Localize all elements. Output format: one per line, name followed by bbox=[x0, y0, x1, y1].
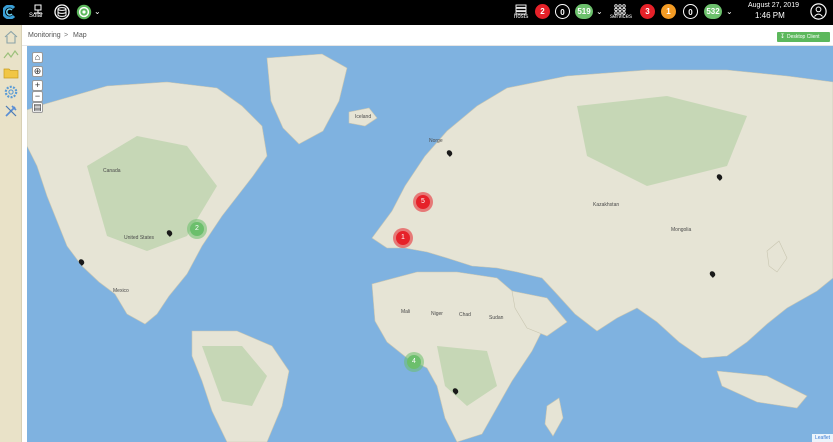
home-icon[interactable] bbox=[2, 28, 20, 46]
map-label: Iceland bbox=[355, 114, 372, 120]
folder-icon[interactable] bbox=[2, 64, 20, 82]
hosts-chevron-down-icon[interactable]: ⌄ bbox=[596, 7, 603, 16]
locate-button[interactable]: ⌂ bbox=[32, 52, 43, 63]
chevron-down-icon[interactable]: ⌄ bbox=[94, 7, 101, 16]
solar-label[interactable]: Solar bbox=[29, 13, 43, 19]
download-icon: ↧ bbox=[780, 34, 786, 40]
services-ok-count[interactable]: 532 bbox=[704, 4, 722, 19]
hosts-down-count[interactable]: 2 bbox=[535, 4, 550, 19]
map-label: Mali bbox=[401, 309, 411, 315]
user-avatar-icon[interactable] bbox=[810, 3, 827, 20]
services-warning-count[interactable]: 1 bbox=[661, 4, 676, 19]
desktop-client-label: Desktop Client bbox=[787, 34, 820, 40]
map-label: Mongolia bbox=[671, 227, 692, 233]
map-cluster-north-america[interactable]: 2 bbox=[187, 219, 207, 239]
services-unknown-count[interactable]: 0 bbox=[683, 4, 698, 19]
zoom-in-button[interactable]: + bbox=[32, 80, 43, 91]
map-cluster-west-africa[interactable]: 4 bbox=[404, 352, 424, 372]
services-icon[interactable] bbox=[614, 2, 626, 15]
gear-icon[interactable] bbox=[2, 83, 20, 101]
map-label: United States bbox=[124, 235, 155, 241]
landmass-greenland bbox=[266, 53, 348, 145]
world-map[interactable]: ⌂ ⊕ + − ▤ 2 5 1 4 Iceland Norge United S… bbox=[27, 46, 833, 442]
map-cluster-iberia[interactable]: 1 bbox=[393, 228, 413, 248]
map-label: Canada bbox=[103, 168, 121, 174]
hosts-up-count[interactable]: 519 bbox=[575, 4, 593, 19]
landmass-madagascar bbox=[544, 397, 564, 437]
map-cluster-france[interactable]: 5 bbox=[413, 192, 433, 212]
current-time: 1:46 PM bbox=[755, 11, 785, 20]
map-tiles bbox=[27, 53, 833, 442]
recenter-button[interactable]: ⊕ bbox=[32, 66, 43, 77]
breadcrumb-current: Map bbox=[73, 32, 87, 39]
hosts-label[interactable]: hosts bbox=[514, 14, 528, 20]
current-date: August 27, 2019 bbox=[748, 2, 799, 9]
map-label: Chad bbox=[459, 312, 471, 318]
app-logo-icon[interactable] bbox=[2, 4, 16, 20]
top-bar: Solar ⌄ hosts 2 0 519 ⌄ services 3 1 0 5… bbox=[0, 0, 833, 25]
breadcrumb: Monitoring > Map ↧ Desktop Client bbox=[22, 25, 833, 46]
services-critical-count[interactable]: 3 bbox=[640, 4, 655, 19]
services-chevron-down-icon[interactable]: ⌄ bbox=[726, 7, 733, 16]
tools-icon[interactable] bbox=[2, 102, 20, 120]
services-label[interactable]: services bbox=[610, 14, 632, 20]
hosts-unreachable-count[interactable]: 0 bbox=[555, 4, 570, 19]
map-label: Kazakhstan bbox=[593, 202, 620, 208]
map-label: Norge bbox=[429, 138, 443, 144]
solar-icon[interactable] bbox=[33, 2, 43, 14]
desktop-client-button[interactable]: ↧ Desktop Client bbox=[777, 32, 830, 42]
map-label: Niger bbox=[431, 311, 443, 317]
sidebar bbox=[0, 25, 22, 442]
leaflet-attribution[interactable]: Leaflet bbox=[811, 434, 833, 442]
map-label: Sudan bbox=[489, 315, 504, 321]
layers-button[interactable]: ▤ bbox=[32, 102, 43, 113]
landmass-se-asia-islands bbox=[716, 370, 808, 409]
chart-icon[interactable] bbox=[2, 46, 20, 64]
map-label: Mexico bbox=[113, 288, 129, 294]
breadcrumb-monitoring-link[interactable]: Monitoring bbox=[28, 32, 61, 39]
status-icon[interactable] bbox=[76, 4, 92, 20]
zoom-out-button[interactable]: − bbox=[32, 91, 43, 102]
breadcrumb-separator: > bbox=[64, 32, 69, 39]
database-icon[interactable] bbox=[54, 4, 70, 20]
hosts-icon[interactable] bbox=[515, 2, 527, 15]
